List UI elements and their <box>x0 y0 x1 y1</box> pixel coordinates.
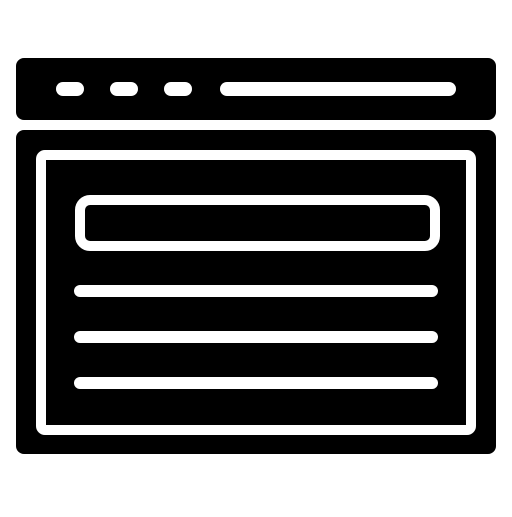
text-line-1 <box>74 285 438 297</box>
text-line-3 <box>74 377 438 389</box>
browser-window-icon <box>0 0 512 512</box>
window-dot-3 <box>164 82 192 96</box>
window-dot-1 <box>56 82 84 96</box>
browser-window-svg <box>16 58 496 454</box>
address-bar-line <box>220 82 456 96</box>
text-line-2 <box>74 331 438 343</box>
window-dot-2 <box>110 82 138 96</box>
